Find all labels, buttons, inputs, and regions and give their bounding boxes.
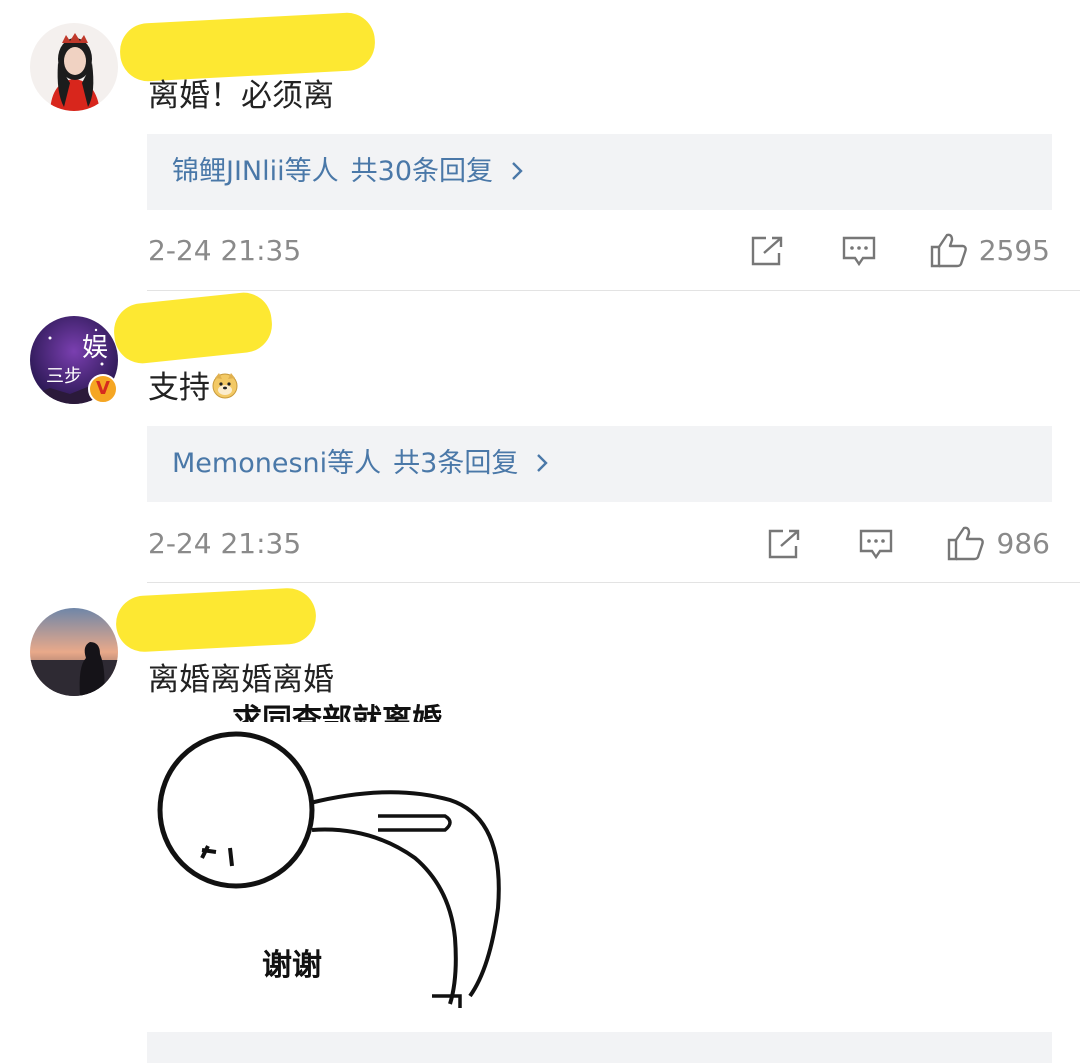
avatar-image xyxy=(30,23,118,111)
repost-icon[interactable] xyxy=(767,528,803,560)
like-count[interactable]: 986 xyxy=(995,526,1050,562)
comment-1: 离婚！必须离 锦鲤JINlii等人 共30条回复 2-24 21:35 2595 xyxy=(0,0,1080,291)
reply-preview[interactable]: 锦鲤JINlii等人 共30条回复 xyxy=(147,134,1052,210)
comment-text: 离婚！必须离 xyxy=(148,78,334,114)
reply-preview[interactable] xyxy=(147,1032,1052,1063)
avatar[interactable] xyxy=(30,23,118,111)
comment-text: 支持 xyxy=(148,368,240,408)
repost-icon[interactable] xyxy=(750,235,786,267)
username-redaction xyxy=(118,11,377,83)
doge-emoji xyxy=(212,373,238,399)
like-count[interactable]: 2595 xyxy=(978,233,1050,269)
divider xyxy=(147,290,1080,291)
avatar[interactable] xyxy=(30,608,118,696)
reply-count[interactable]: 共3条回复 xyxy=(393,448,518,479)
timestamp: 2-24 21:35 xyxy=(148,527,302,560)
reply-preview[interactable]: Memonesni等人 共3条回复 xyxy=(147,426,1052,502)
reply-count[interactable]: 共30条回复 xyxy=(351,156,493,187)
username-redaction xyxy=(111,289,275,367)
thumbs-up-icon[interactable] xyxy=(930,232,968,268)
avatar-text: 娱 xyxy=(82,333,108,363)
thumbs-up-icon[interactable] xyxy=(947,525,985,561)
image-caption: 谢谢 xyxy=(262,948,322,983)
comment-icon[interactable] xyxy=(858,528,894,560)
avatar-text: 三步 xyxy=(46,366,82,387)
verified-badge: V xyxy=(88,374,118,404)
comment-image[interactable]: 求同查部就离婚 谢谢 xyxy=(150,703,530,1008)
chevron-right-icon xyxy=(537,454,548,472)
bowing-figure-drawing xyxy=(157,731,501,1008)
chevron-right-icon xyxy=(511,162,523,180)
username-redaction xyxy=(114,586,318,654)
reply-names[interactable]: 锦鲤JINlii等人 xyxy=(172,156,339,187)
avatar-image xyxy=(30,608,118,696)
comment-text: 离婚离婚离婚 xyxy=(148,662,334,698)
comment-icon[interactable] xyxy=(841,235,877,267)
timestamp: 2-24 21:35 xyxy=(148,234,302,267)
reply-names[interactable]: Memonesni等人 xyxy=(172,448,381,479)
divider xyxy=(147,582,1080,583)
